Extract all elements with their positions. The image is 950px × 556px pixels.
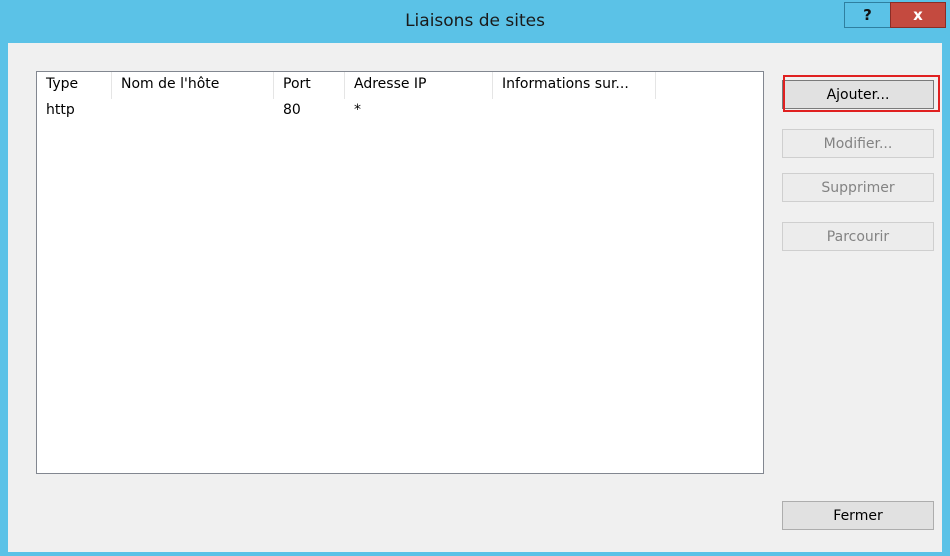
browse-button[interactable]: Parcourir bbox=[782, 222, 934, 251]
column-header-hostname[interactable]: Nom de l'hôte bbox=[112, 72, 274, 99]
bindings-list[interactable]: Type Nom de l'hôte Port Adresse IP Infor… bbox=[36, 71, 764, 474]
close-icon: x bbox=[913, 6, 923, 24]
column-header-info[interactable]: Informations sur... bbox=[493, 72, 656, 99]
column-header-port[interactable]: Port bbox=[274, 72, 345, 99]
remove-button[interactable]: Supprimer bbox=[782, 173, 934, 202]
close-button[interactable]: Fermer bbox=[782, 501, 934, 530]
edit-button[interactable]: Modifier... bbox=[782, 129, 934, 158]
list-item[interactable]: http 80 * bbox=[37, 101, 656, 123]
cell-hostname bbox=[112, 101, 274, 123]
cell-ip-address: * bbox=[354, 102, 361, 118]
dialog-body: Type Nom de l'hôte Port Adresse IP Infor… bbox=[8, 43, 942, 552]
list-header: Type Nom de l'hôte Port Adresse IP Infor… bbox=[37, 72, 763, 99]
site-bindings-dialog: Liaisons de sites ? x Type Nom de l'hôte… bbox=[0, 0, 950, 556]
dialog-title: Liaisons de sites bbox=[405, 11, 545, 31]
cell-info bbox=[493, 101, 656, 123]
close-window-button[interactable]: x bbox=[890, 2, 946, 28]
column-header-ip-address[interactable]: Adresse IP bbox=[345, 72, 493, 99]
cell-type: http bbox=[46, 102, 75, 118]
column-header-type[interactable]: Type bbox=[37, 72, 112, 99]
help-icon: ? bbox=[863, 6, 872, 24]
help-button[interactable]: ? bbox=[844, 2, 890, 28]
cell-port: 80 bbox=[283, 102, 301, 118]
title-bar[interactable]: Liaisons de sites ? x bbox=[0, 0, 950, 43]
add-button[interactable]: Ajouter... bbox=[782, 80, 934, 109]
